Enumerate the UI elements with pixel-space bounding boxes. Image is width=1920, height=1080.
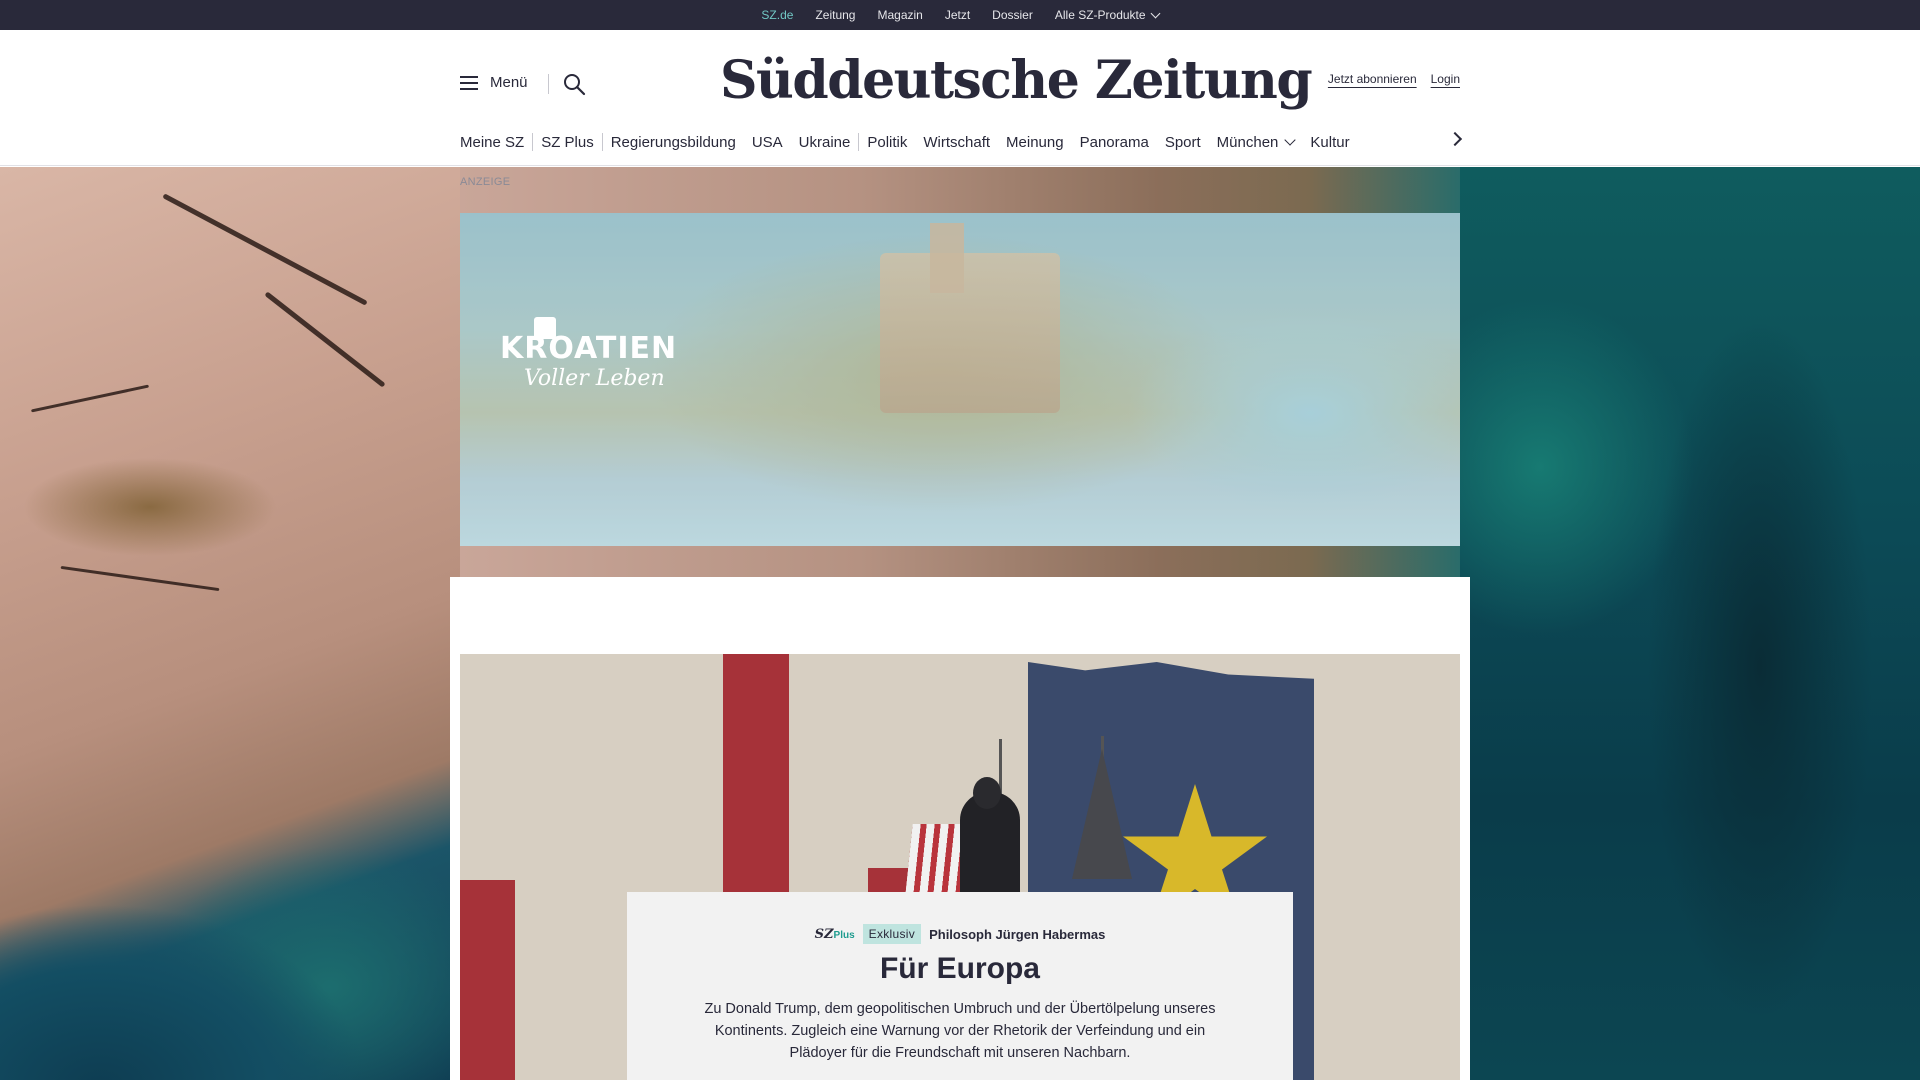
nav-item-wirtschaft[interactable]: Wirtschaft xyxy=(915,134,998,151)
background-sea xyxy=(1460,167,1920,1080)
account-links: Jetzt abonnieren Login xyxy=(1328,72,1460,86)
nav-item-meine-sz[interactable]: Meine SZ xyxy=(460,134,532,151)
topbar-link-jetzt[interactable]: Jetzt xyxy=(945,8,970,22)
nav-item-muenchen[interactable]: München xyxy=(1209,134,1303,151)
nav-item-usa[interactable]: USA xyxy=(744,134,791,151)
topbar-link-sz-de[interactable]: SZ.de xyxy=(761,8,793,27)
ad-label: ANZEIGE xyxy=(460,176,511,188)
topbar-link-zeitung[interactable]: Zeitung xyxy=(815,8,855,22)
header-divider xyxy=(548,74,549,94)
article-teaser-text: Zu Donald Trump, dem geopolitischen Umbr… xyxy=(704,1001,1216,1061)
nav-item-panorama[interactable]: Panorama xyxy=(1072,134,1157,151)
site-header: Menü Süddeutsche Zeitung Jetzt abonniere… xyxy=(0,30,1920,166)
menu-label: Menü xyxy=(490,74,528,91)
topbar-link-alle-produkte[interactable]: Alle SZ-Produkte xyxy=(1054,8,1161,22)
article-topic: Philosoph Jürgen Habermas xyxy=(929,926,1106,942)
ad-brand-line1: KROATIEN xyxy=(500,331,678,366)
nav-item-sport[interactable]: Sport xyxy=(1157,134,1209,151)
main-navigation: Meine SZ SZ Plus Regierungsbildung USA U… xyxy=(460,130,1460,154)
topbar-link-magazin[interactable]: Magazin xyxy=(877,8,922,22)
site-logo[interactable]: Süddeutsche Zeitung xyxy=(720,50,1313,111)
menu-button[interactable]: Menü xyxy=(460,74,528,91)
article-kicker: SZPlus Exklusiv Philosoph Jürgen Haberma… xyxy=(627,924,1293,944)
nav-item-politik[interactable]: Politik xyxy=(859,134,915,151)
nav-item-sz-plus[interactable]: SZ Plus xyxy=(533,134,602,151)
article-headline[interactable]: Für Europa xyxy=(627,952,1293,986)
topbar-link-alle-produkte-label: Alle SZ-Produkte xyxy=(1054,8,1146,22)
subscribe-link[interactable]: Jetzt abonnieren xyxy=(1328,72,1417,86)
sz-plus-logo: SZPlus xyxy=(814,926,855,942)
ad-brand-logo: KROATIEN Voller Leben xyxy=(500,317,678,391)
nav-item-muenchen-label: München xyxy=(1216,133,1279,151)
search-icon[interactable] xyxy=(562,72,586,96)
nav-item-meinung[interactable]: Meinung xyxy=(998,134,1072,151)
chevron-down-icon xyxy=(1150,8,1161,18)
nav-item-regierungsbildung[interactable]: Regierungsbildung xyxy=(603,134,744,151)
nav-item-ukraine[interactable]: Ukraine xyxy=(791,134,859,151)
background-rock-coast xyxy=(0,167,460,1080)
product-bar: SZ.de Zeitung Magazin Jetzt Dossier Alle… xyxy=(0,0,1920,30)
hamburger-icon xyxy=(460,75,478,90)
ad-banner[interactable]: KROATIEN Voller Leben xyxy=(460,213,1460,546)
chevron-down-icon xyxy=(1284,134,1297,146)
article-teaser-card[interactable]: SZPlus Exklusiv Philosoph Jürgen Haberma… xyxy=(627,892,1293,1080)
nav-item-kultur[interactable]: Kultur xyxy=(1302,134,1357,151)
topbar-link-dossier[interactable]: Dossier xyxy=(992,8,1033,22)
ad-brand-line2: Voller Leben xyxy=(524,366,665,391)
login-link[interactable]: Login xyxy=(1431,72,1460,86)
exclusive-badge: Exklusiv xyxy=(862,924,922,944)
